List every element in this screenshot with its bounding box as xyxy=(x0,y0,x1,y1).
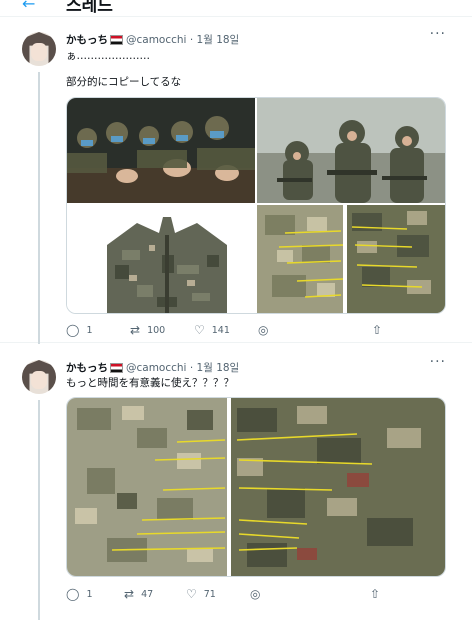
react-button[interactable]: ◎ xyxy=(250,588,260,600)
more-icon[interactable]: ··· xyxy=(430,26,446,42)
emoji-bubble-icon: ◎ xyxy=(250,587,261,601)
reply-count: 1 xyxy=(86,324,93,336)
media-image-uniform-jacket[interactable] xyxy=(67,205,255,313)
media-image-soldiers-training[interactable] xyxy=(257,98,445,203)
retweet-icon: ⇄ xyxy=(130,323,141,337)
heart-icon: ♡ xyxy=(186,587,197,601)
tweet-text-line: もっと時間を有意義に使え？？？？ xyxy=(66,377,234,389)
reply-icon: ◯ xyxy=(66,323,80,337)
author-name[interactable]: かもっち xyxy=(66,362,108,374)
emoji-bubble-icon: ◎ xyxy=(258,323,269,337)
tweet-author-row: かもっち @camocchi · 1월 18일 xyxy=(66,32,239,47)
tweet-actions: ◯ 1 ⇄ 47 ♡ 71 ◎ ⇧ xyxy=(66,588,396,602)
retweet-button[interactable]: ⇄ 47 xyxy=(124,588,153,600)
more-icon[interactable]: ··· xyxy=(430,354,446,370)
tweet-date[interactable]: 1월 18일 xyxy=(197,362,240,374)
like-count: 71 xyxy=(203,588,216,600)
author-name[interactable]: かもっち xyxy=(66,34,108,46)
author-handle[interactable]: @camocchi xyxy=(126,362,186,374)
share-button[interactable]: ⇧ xyxy=(372,324,382,336)
tweet-text-line: ぁ………………… xyxy=(66,50,150,62)
separator: · xyxy=(189,362,194,374)
separator: · xyxy=(189,34,194,46)
reply-button[interactable]: ◯ 1 xyxy=(66,588,92,600)
retweet-count: 100 xyxy=(147,324,166,336)
share-icon: ⇧ xyxy=(372,323,383,337)
tweet-author-row: かもっち @camocchi · 1월 18일 xyxy=(66,360,239,375)
retweet-icon: ⇄ xyxy=(124,587,135,601)
like-button[interactable]: ♡ 71 xyxy=(186,588,216,600)
media-image-soldiers-crowd[interactable] xyxy=(67,98,255,203)
tweet[interactable]: かもっち @camocchi · 1월 18일 ··· ぁ………………… 部分的に… xyxy=(0,24,472,344)
iraq-flag-icon xyxy=(110,35,123,45)
page-title: 스레드 xyxy=(66,0,113,16)
author-handle[interactable]: @camocchi xyxy=(126,34,186,46)
reply-button[interactable]: ◯ 1 xyxy=(66,324,92,336)
thread-connector-line xyxy=(38,400,40,620)
tweet[interactable]: かもっち @camocchi · 1월 18일 ··· もっと時間を有意義に使え？… xyxy=(0,352,472,620)
share-icon: ⇧ xyxy=(370,587,381,601)
like-count: 141 xyxy=(211,324,230,336)
heart-icon: ♡ xyxy=(194,323,205,337)
reply-count: 1 xyxy=(86,588,93,600)
tweet-date[interactable]: 1월 18일 xyxy=(197,34,240,46)
thread-connector-line xyxy=(38,72,40,344)
tweet-media[interactable] xyxy=(66,397,446,577)
react-button[interactable]: ◎ xyxy=(258,324,268,336)
tweet-actions: ◯ 1 ⇄ 100 ♡ 141 ◎ ⇧ xyxy=(66,324,396,338)
like-button[interactable]: ♡ 141 xyxy=(194,324,230,336)
media-image-camo-closeup-comparison[interactable] xyxy=(67,398,445,576)
avatar[interactable] xyxy=(22,360,56,394)
media-image-camo-comparison[interactable] xyxy=(257,205,445,313)
tweet-media-grid[interactable] xyxy=(66,97,446,314)
iraq-flag-icon xyxy=(110,363,123,373)
thread-header: ← 스레드 xyxy=(0,0,472,17)
reply-icon: ◯ xyxy=(66,587,80,601)
share-button[interactable]: ⇧ xyxy=(370,588,380,600)
retweet-button[interactable]: ⇄ 100 xyxy=(130,324,165,336)
avatar[interactable] xyxy=(22,32,56,66)
arrow-left-icon[interactable]: ← xyxy=(22,0,35,13)
retweet-count: 47 xyxy=(141,588,154,600)
tweet-text-line: 部分的にコピーしてるな xyxy=(66,76,182,88)
